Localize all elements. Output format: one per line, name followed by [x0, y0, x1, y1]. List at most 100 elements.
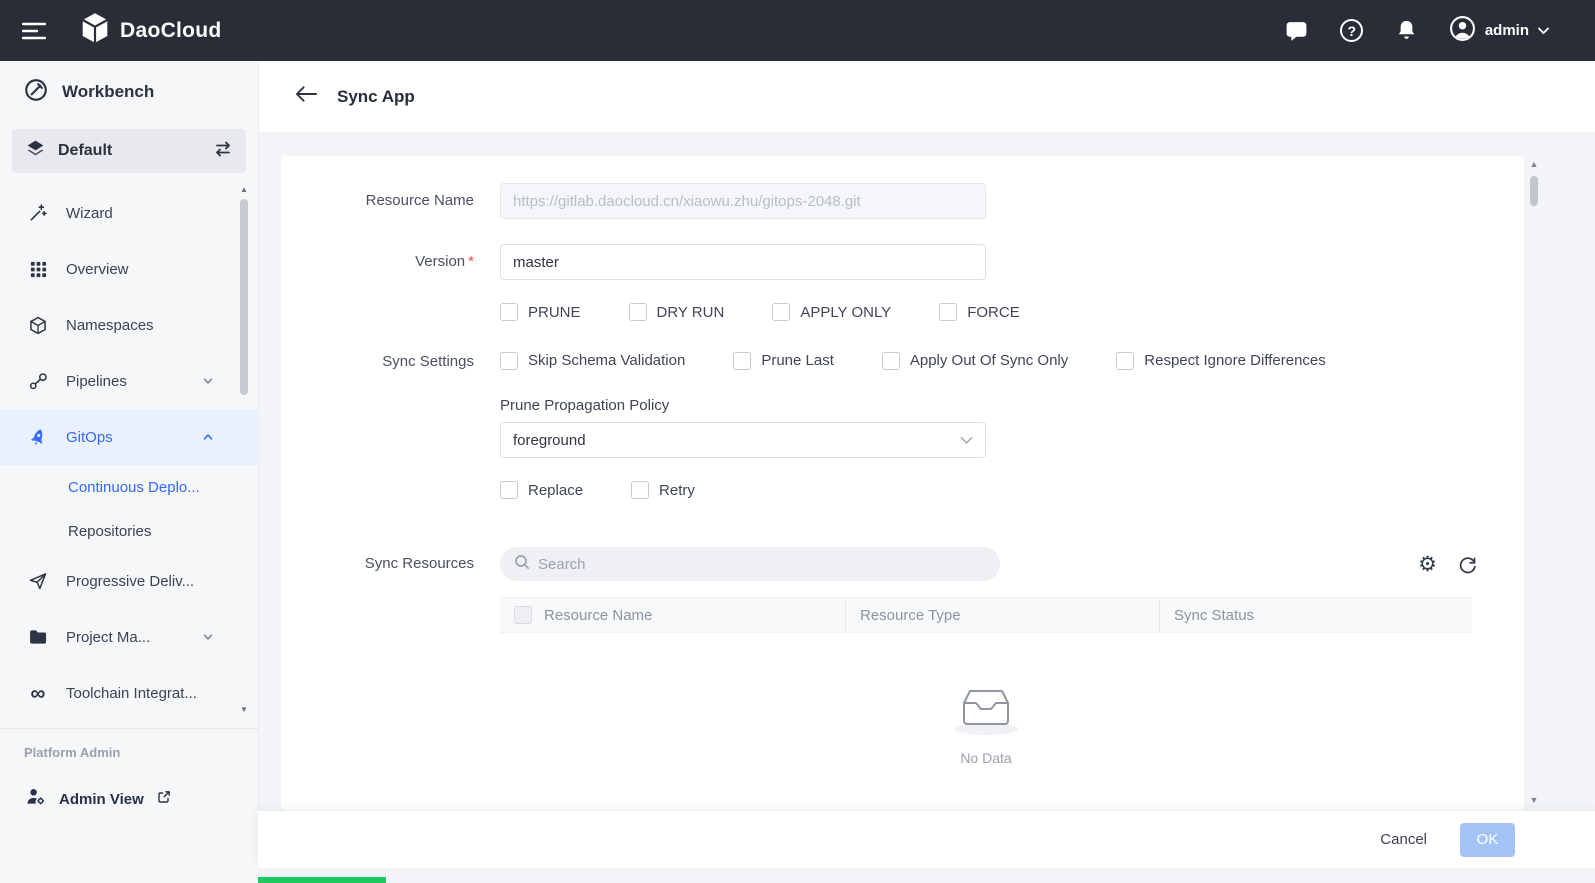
checkbox-icon[interactable] [500, 352, 518, 370]
version-label-text: Version [415, 253, 465, 270]
ok-button[interactable]: OK [1460, 823, 1515, 857]
checkbox-dry-run[interactable]: DRY RUN [629, 303, 725, 321]
checkbox-retry[interactable]: Retry [631, 481, 695, 499]
sidebar-item-namespaces[interactable]: Namespaces [0, 297, 258, 353]
prune-policy-spacer [281, 397, 500, 415]
checkbox-force[interactable]: FORCE [939, 303, 1020, 321]
scroll-down-icon[interactable]: ▼ [239, 705, 249, 715]
workspace-selector[interactable]: Default [12, 129, 246, 173]
pipeline-icon [27, 371, 49, 392]
sidebar-item-label: Progressive Deliv... [66, 573, 194, 590]
sync-settings-checkbox-group: Skip Schema Validation Prune Last Apply … [500, 351, 1524, 370]
sidebar-item-label: Toolchain Integrat... [66, 685, 197, 702]
column-header-label: Resource Name [544, 607, 652, 624]
table-header: Resource Name Resource Type Sync Status [500, 597, 1472, 633]
checkbox-icon[interactable] [631, 481, 649, 499]
cancel-button[interactable]: Cancel [1380, 831, 1427, 848]
brand-name: DaoCloud [120, 19, 222, 43]
version-input[interactable] [500, 244, 986, 280]
sidebar-item-progressive-delivery[interactable]: Progressive Deliv... [0, 553, 258, 609]
prune-policy-label-row: Prune Propagation Policy [281, 397, 1524, 415]
sidebar-item-repositories[interactable]: Repositories [0, 509, 258, 553]
bottom-green-indicator [258, 877, 386, 883]
checkbox-respect-ignore-differences[interactable]: Respect Ignore Differences [1116, 352, 1326, 370]
rocket-icon [27, 427, 49, 448]
footer-actions: Cancel OK [258, 811, 1595, 868]
resource-name-label: Resource Name [281, 183, 500, 219]
username: admin [1485, 22, 1529, 39]
sync-resources-toolbar: ⚙ [500, 547, 1498, 581]
checkbox-icon[interactable] [882, 352, 900, 370]
chevron-down-icon [960, 436, 973, 445]
checkbox-label: Skip Schema Validation [528, 352, 685, 369]
sidebar-item-wizard[interactable]: Wizard [0, 185, 258, 241]
search-box[interactable] [500, 547, 1000, 581]
prune-policy-select[interactable]: foreground [500, 422, 986, 458]
daocloud-cube-icon [80, 12, 110, 49]
chevron-up-icon [202, 431, 214, 443]
messages-icon[interactable] [1284, 18, 1310, 44]
checkbox-icon[interactable] [1116, 352, 1134, 370]
checkbox-apply-only[interactable]: APPLY ONLY [772, 303, 891, 321]
sidebar-item-admin-view[interactable]: Admin View [0, 786, 258, 812]
sync-resources-label: Sync Resources [281, 547, 500, 766]
sidebar-item-pipelines[interactable]: Pipelines [0, 353, 258, 409]
checkbox-label: PRUNE [528, 304, 581, 321]
sync-app-form-card: Resource Name Version* PRUNE DRY RUN APP… [281, 156, 1524, 810]
checkbox-apply-out-of-sync-only[interactable]: Apply Out Of Sync Only [882, 352, 1068, 370]
empty-text: No Data [500, 750, 1472, 766]
sidebar-item-label: Namespaces [66, 317, 154, 334]
notifications-bell-icon[interactable] [1394, 18, 1420, 44]
checkbox-label: APPLY ONLY [800, 304, 891, 321]
checkbox-icon[interactable] [500, 303, 518, 321]
checkbox-icon[interactable] [772, 303, 790, 321]
settings-gear-icon[interactable]: ⚙ [1418, 554, 1437, 575]
scroll-down-icon[interactable]: ▼ [1527, 794, 1541, 806]
checkbox-icon[interactable] [733, 352, 751, 370]
user-menu[interactable]: admin [1449, 15, 1549, 47]
search-input[interactable] [538, 556, 986, 573]
chevron-down-icon [202, 375, 214, 387]
checkbox-replace[interactable]: Replace [500, 481, 583, 499]
brand-logo[interactable]: DaoCloud [80, 12, 222, 49]
refresh-icon[interactable] [1457, 554, 1478, 575]
sidebar-scrollbar[interactable]: ▲ ▼ [239, 185, 249, 715]
checkbox-icon[interactable] [939, 303, 957, 321]
sidebar-item-continuous-deployment[interactable]: Continuous Deplo... [0, 465, 258, 509]
checkbox-icon[interactable] [629, 303, 647, 321]
inbox-icon [948, 677, 1024, 737]
select-all-checkbox[interactable] [514, 606, 532, 624]
cube-icon [27, 315, 49, 336]
chevron-down-icon [1538, 22, 1549, 40]
sidebar-item-toolchain-integration[interactable]: ∞ Toolchain Integrat... [0, 665, 258, 721]
sidebar-item-label: Continuous Deplo... [68, 479, 200, 496]
switch-workspace-icon[interactable] [213, 140, 233, 163]
admin-user-gear-icon [25, 786, 46, 812]
sidebar-item-project-management[interactable]: Project Ma... [0, 609, 258, 665]
scroll-up-icon[interactable]: ▲ [239, 185, 249, 195]
sidebar-item-label: Overview [66, 261, 129, 278]
sidebar-item-gitops[interactable]: GitOps [0, 409, 258, 465]
workspace-diamond-icon [25, 138, 46, 164]
workbench-header[interactable]: Workbench [0, 61, 258, 123]
checkbox-prune[interactable]: PRUNE [500, 303, 581, 321]
sidebar-item-overview[interactable]: Overview [0, 241, 258, 297]
scroll-up-icon[interactable]: ▲ [1527, 158, 1541, 170]
sync-resources-field: ⚙ Resource Name Resource Type Sync Statu… [500, 547, 1524, 766]
sync-resources-row: Sync Resources ⚙ [281, 547, 1524, 766]
prune-policy-selected-value: foreground [513, 432, 586, 449]
checkbox-icon[interactable] [500, 481, 518, 499]
menu-toggle-icon[interactable] [22, 21, 46, 41]
sidebar-item-label: Project Ma... [66, 629, 150, 646]
checkbox-skip-schema-validation[interactable]: Skip Schema Validation [500, 352, 685, 370]
checkbox-prune-last[interactable]: Prune Last [733, 352, 834, 370]
scrollbar-thumb[interactable] [1530, 176, 1538, 206]
content-scrollbar[interactable]: ▲ ▼ [1527, 158, 1541, 806]
scrollbar-thumb[interactable] [240, 199, 248, 395]
flags-row: PRUNE DRY RUN APPLY ONLY FORCE [281, 303, 1524, 321]
table-col-sync-status: Sync Status [1159, 598, 1472, 632]
table-col-resource-name: Resource Name [500, 598, 845, 632]
checkbox-label: Retry [659, 482, 695, 499]
help-icon[interactable]: ? [1339, 18, 1365, 44]
back-arrow-icon[interactable] [295, 85, 318, 108]
